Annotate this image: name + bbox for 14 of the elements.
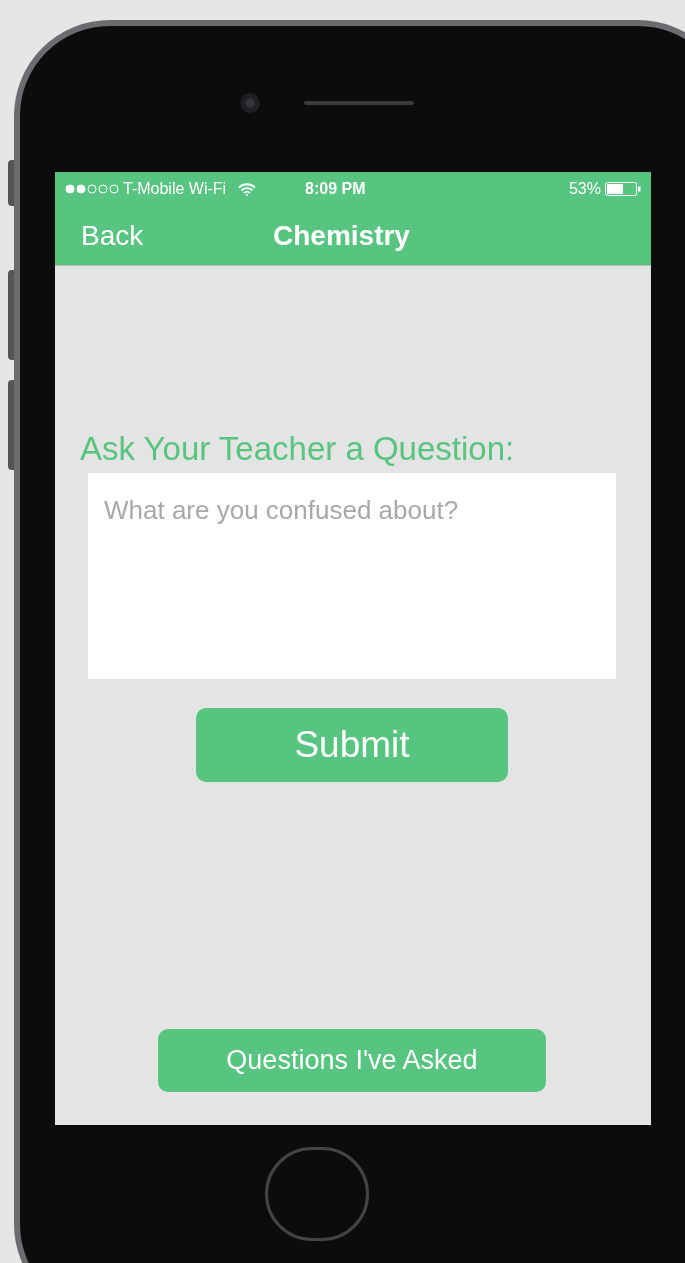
submit-button[interactable]: Submit — [196, 708, 508, 782]
status-time: 8:09 PM — [305, 179, 366, 199]
nav-title: Chemistry — [273, 218, 410, 253]
questions-asked-button[interactable]: Questions I've Asked — [158, 1029, 546, 1092]
question-input-field[interactable]: What are you confused about? — [88, 473, 616, 679]
battery-icon — [605, 182, 641, 196]
camera-icon — [240, 93, 260, 113]
wifi-icon — [238, 182, 257, 196]
signal-dots-icon — [65, 184, 121, 194]
back-button[interactable]: Back — [81, 214, 273, 257]
home-button[interactable] — [265, 1147, 369, 1241]
battery-percent: 53% — [568, 179, 601, 199]
question-heading: Ask Your Teacher a Question: — [80, 429, 516, 469]
carrier-label: T-Mobile Wi-Fi — [123, 179, 227, 199]
